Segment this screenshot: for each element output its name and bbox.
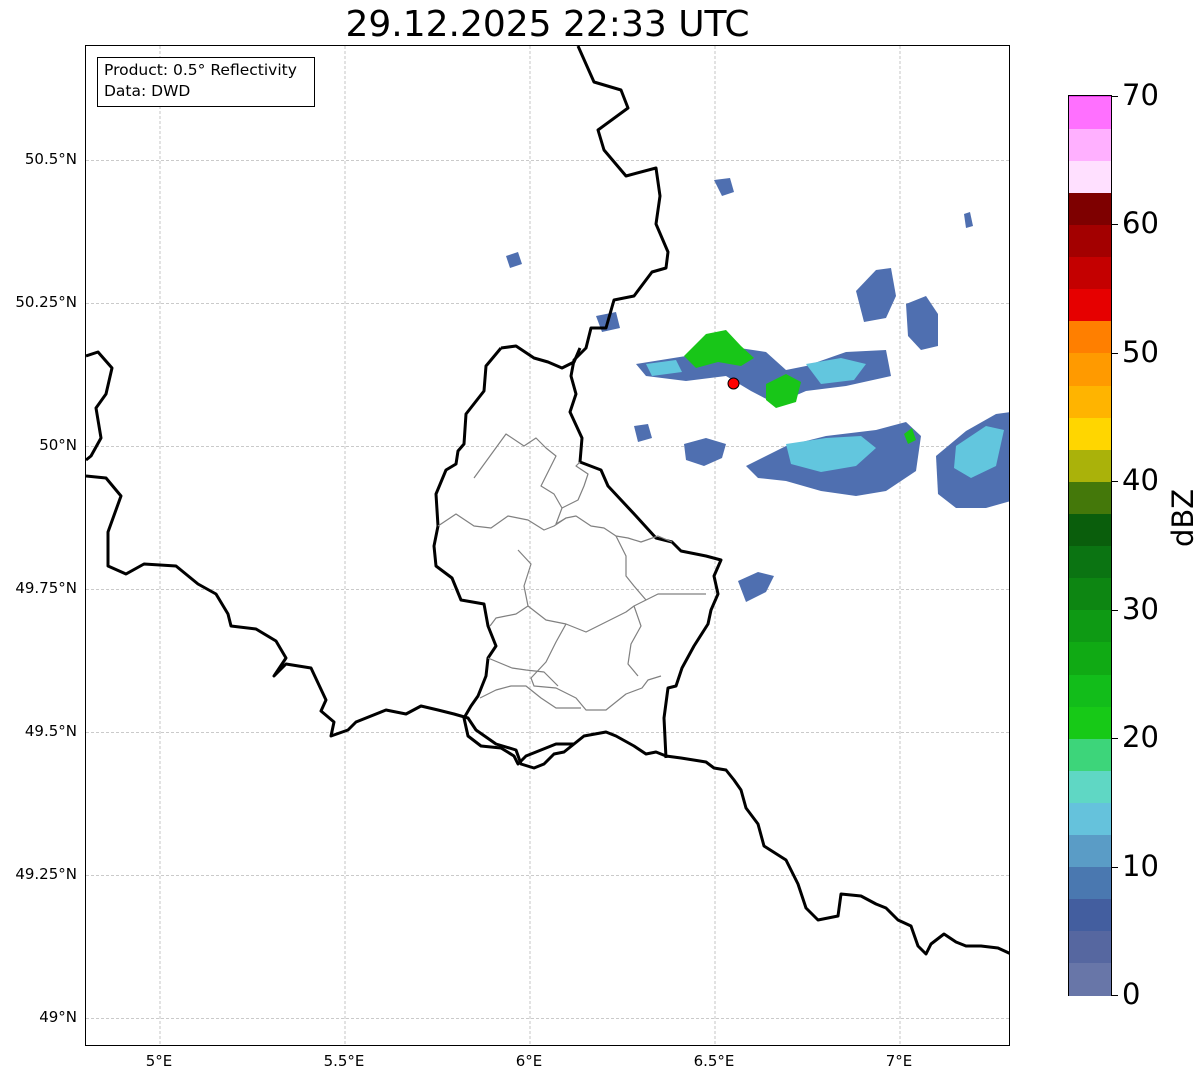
colorbar-tick-mark [1112, 96, 1118, 97]
colorbar-segment [1069, 352, 1111, 386]
colorbar-tick-mark [1112, 738, 1118, 740]
colorbar-segment [1069, 224, 1111, 258]
colorbar-segment [1069, 802, 1111, 836]
colorbar-segment [1069, 770, 1111, 803]
colorbar-segment [1069, 513, 1111, 547]
radar-site-marker[interactable] [727, 377, 740, 390]
colorbar-segment [1069, 609, 1111, 643]
echo-region [684, 438, 726, 466]
info-product: Product: 0.5° Reflectivity [104, 61, 297, 79]
colorbar-tick-mark [1112, 995, 1118, 996]
colorbar-tick-label: 50 [1122, 334, 1159, 369]
colorbar-segment [1069, 930, 1111, 964]
colorbar-tick-mark [1112, 481, 1118, 483]
colorbar-segment [1069, 320, 1111, 354]
y-tick-label: 50.5°N [24, 150, 77, 169]
colorbar-segment [1069, 256, 1111, 290]
colorbar-segment [1069, 160, 1111, 193]
echo-region [856, 268, 896, 322]
colorbar-tick-label: 0 [1122, 977, 1141, 1011]
colorbar-segment [1069, 417, 1111, 450]
colorbar-tick-label: 20 [1122, 720, 1159, 755]
y-tick-label: 49.5°N [24, 722, 77, 741]
colorbar-tick-mark [1112, 866, 1118, 868]
echo-region [906, 296, 938, 350]
map-title: 29.12.2025 22:33 UTC [345, 4, 750, 45]
map-canvas [86, 46, 1009, 1045]
colorbar-label: dBZ [1166, 488, 1200, 547]
echo-region [634, 424, 652, 442]
echo-region [714, 178, 734, 196]
echo-region [738, 572, 774, 602]
colorbar-segment [1069, 641, 1111, 675]
colorbar-tick-label: 60 [1122, 206, 1159, 241]
colorbar-segment [1069, 898, 1111, 932]
x-tick-label: 6.5°E [693, 1052, 735, 1070]
echo-region [964, 212, 973, 228]
colorbar-segment [1069, 288, 1111, 322]
echo-region [506, 252, 522, 268]
province-borders [437, 433, 706, 711]
country-borders [86, 46, 1009, 956]
colorbar-segment [1069, 449, 1111, 482]
colorbar-tick-label: 10 [1122, 848, 1159, 883]
colorbar-segment [1069, 545, 1111, 579]
colorbar-tick-label: 70 [1122, 78, 1159, 112]
colorbar-segment [1069, 866, 1111, 900]
colorbar-segment [1069, 128, 1111, 161]
colorbar-segment [1069, 673, 1111, 707]
colorbar-segment [1069, 192, 1111, 226]
x-tick-label: 5.5°E [323, 1052, 365, 1070]
x-tick-label: 7°E [885, 1052, 913, 1070]
colorbar-segment [1069, 96, 1111, 129]
colorbar-tick-mark [1112, 352, 1118, 354]
colorbar-tick-mark [1112, 224, 1118, 226]
colorbar-tick-mark [1112, 609, 1118, 611]
x-tick-label: 6°E [515, 1052, 543, 1070]
colorbar-segment [1069, 96, 1111, 97]
colorbar-segment [1069, 834, 1111, 868]
colorbar-tick-label: 30 [1122, 591, 1159, 626]
y-tick-label: 49°N [39, 1008, 77, 1027]
info-data-source: Data: DWD [104, 82, 191, 100]
colorbar-segment [1069, 962, 1111, 996]
map-area[interactable] [85, 45, 1010, 1046]
x-tick-label: 5°E [145, 1052, 173, 1070]
colorbar-segment [1069, 706, 1111, 739]
colorbar-segment [1069, 577, 1111, 611]
colorbar-segment [1069, 481, 1111, 514]
graticule [86, 46, 1009, 1045]
y-tick-label: 50°N [39, 436, 77, 455]
y-tick-label: 49.25°N [15, 865, 77, 884]
colorbar-segment [1069, 738, 1111, 771]
radar-echoes [506, 178, 1009, 602]
y-tick-label: 50.25°N [15, 293, 77, 312]
colorbar [1068, 95, 1112, 996]
colorbar-tick-label: 40 [1122, 463, 1159, 498]
colorbar-segment [1069, 384, 1111, 418]
info-box: Product: 0.5° Reflectivity Data: DWD [97, 57, 315, 107]
y-tick-label: 49.75°N [15, 579, 77, 598]
